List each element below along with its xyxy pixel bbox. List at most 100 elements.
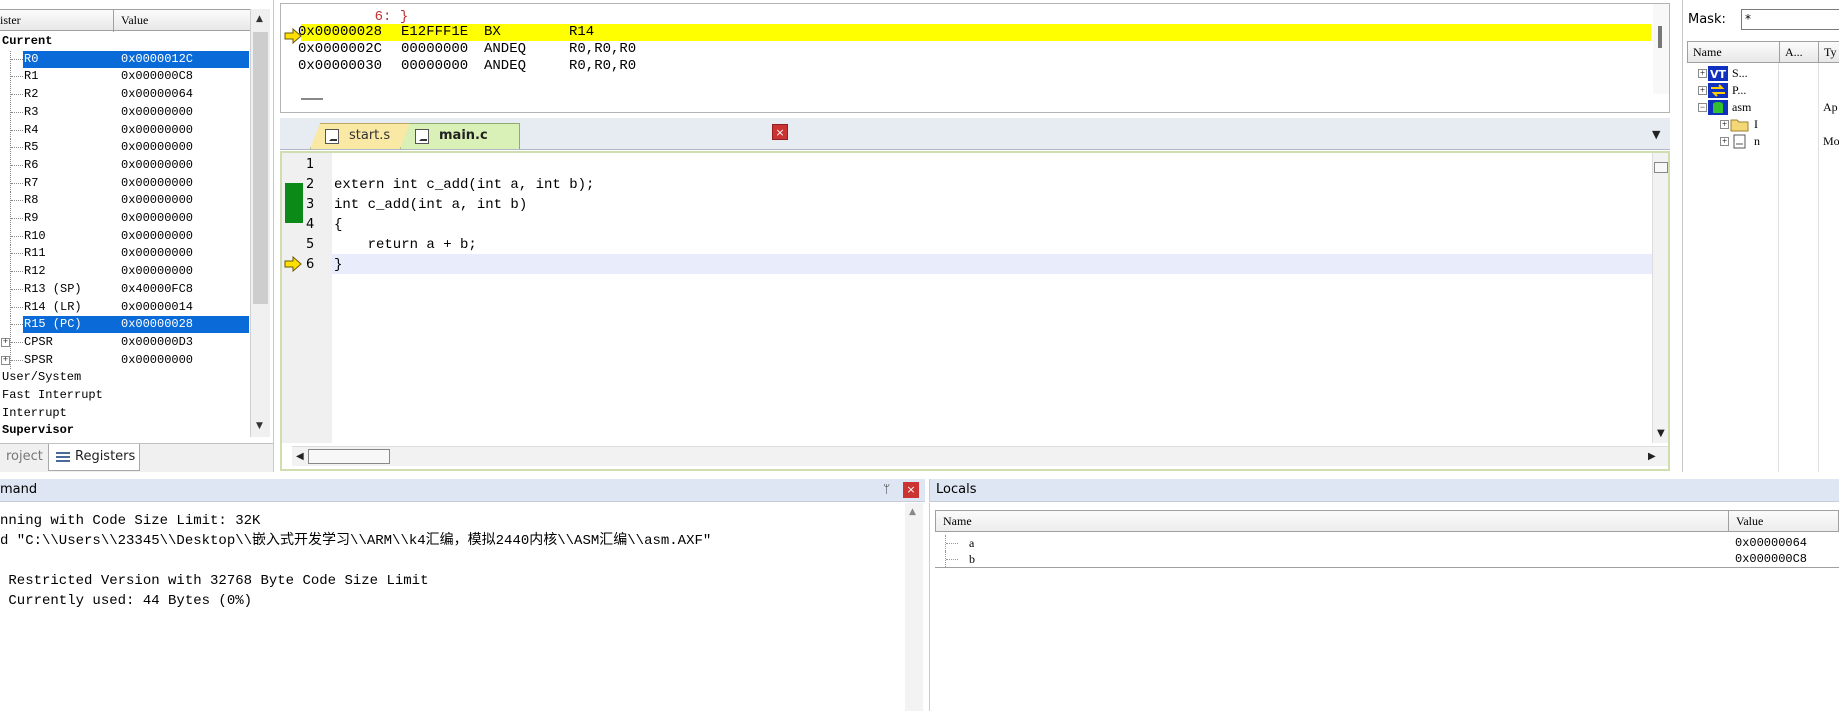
scroll-left-arrow-icon[interactable]: ◀ — [296, 451, 304, 462]
value-column-header[interactable]: Value — [121, 13, 148, 28]
register-row[interactable]: R13 (SP) 0x40000FC8 — [0, 280, 250, 299]
breakpoint-marker[interactable] — [285, 183, 303, 223]
register-row[interactable]: Interrupt — [0, 405, 250, 423]
register-row[interactable]: R7 0x00000000 — [0, 174, 250, 193]
scroll-right-arrow-icon[interactable]: ▶ — [1648, 451, 1656, 462]
register-row[interactable]: R12 0x00000000 — [0, 263, 250, 281]
register-value[interactable]: 0x00000000 — [121, 192, 193, 209]
address-column-header[interactable]: A... — [1785, 45, 1803, 60]
register-row[interactable]: R2 0x00000064 — [0, 86, 250, 104]
column-separator[interactable] — [1728, 511, 1729, 531]
register-value[interactable]: 0x00000000 — [121, 122, 193, 139]
register-value[interactable]: 0x0000012C — [121, 51, 193, 68]
scroll-up-arrow-icon[interactable]: ▲ — [909, 507, 916, 517]
register-value[interactable]: 0x00000000 — [121, 139, 193, 156]
register-value[interactable]: 0x000000D3 — [121, 334, 193, 351]
register-row[interactable]: R15 (PC) 0x00000028 — [0, 316, 250, 334]
scrollbar-thumb[interactable] — [308, 449, 390, 464]
register-row[interactable]: R11 0x00000000 — [0, 245, 250, 263]
register-value[interactable]: 0x000000C8 — [121, 68, 193, 85]
register-row[interactable]: R8 0x00000000 — [0, 192, 250, 210]
expand-icon[interactable]: + — [1698, 86, 1707, 95]
value-column-header[interactable]: Value — [1736, 514, 1763, 529]
editor-horizontal-scrollbar[interactable]: ◀ ▶ — [292, 446, 1668, 466]
tab-project[interactable]: roject — [0, 444, 50, 471]
register-row[interactable]: R3 0x00000000 — [0, 103, 250, 122]
disassembly-scrollbar[interactable] — [1653, 4, 1669, 94]
register-value[interactable]: 0x00000064 — [121, 86, 193, 103]
locals-row[interactable]: b 0x000000C8 — [935, 551, 1839, 567]
register-row[interactable]: R6 0x00000000 — [0, 156, 250, 175]
chevron-down-icon[interactable]: ▼ — [1652, 128, 1660, 141]
register-value[interactable]: 0x00000000 — [121, 245, 193, 262]
expand-icon[interactable]: + — [1, 355, 10, 365]
name-column-header[interactable]: Name — [943, 514, 972, 529]
register-value[interactable]: 0x00000000 — [121, 175, 193, 192]
command-scrollbar[interactable]: ▲ — [905, 503, 923, 711]
code-line[interactable]: return a + b; — [334, 235, 1634, 255]
pin-icon[interactable]: ᛘ — [883, 482, 890, 496]
register-value[interactable]: 0x00000000 — [121, 228, 193, 245]
register-row[interactable]: Supervisor — [0, 422, 250, 440]
register-value[interactable]: 0x00000000 — [121, 104, 193, 121]
code-line[interactable]: extern int c_add(int a, int b); — [334, 175, 1634, 195]
register-row[interactable]: Fast Interrupt — [0, 387, 250, 405]
name-column-header[interactable]: Name — [1693, 45, 1722, 60]
tab-registers[interactable]: Registers — [48, 444, 140, 471]
expand-icon[interactable]: + — [1720, 120, 1729, 129]
collapse-icon[interactable]: − — [1698, 103, 1707, 112]
register-row[interactable]: R4 0x00000000 — [0, 121, 250, 140]
column-separator[interactable] — [1818, 42, 1819, 62]
register-row[interactable]: R5 0x00000000 — [0, 139, 250, 157]
local-value[interactable]: 0x000000C8 — [1735, 552, 1807, 566]
symbol-row[interactable]: + n Mo — [1687, 132, 1839, 151]
column-separator[interactable] — [113, 10, 114, 32]
source-editor[interactable]: 1 2 extern int c_add(int a, int b); 3 int c_… — [280, 151, 1670, 471]
register-value[interactable]: 0x00000000 — [121, 263, 193, 280]
scrollbar-thumb[interactable] — [253, 32, 268, 304]
register-row[interactable]: R10 0x00000000 — [0, 227, 250, 246]
scroll-down-arrow-icon[interactable]: ▼ — [1657, 428, 1665, 439]
close-tab-icon[interactable]: × — [772, 124, 788, 140]
column-separator[interactable] — [1779, 42, 1780, 62]
code-line[interactable]: } — [334, 255, 1634, 275]
editor-vertical-scrollbar[interactable]: ▼ — [1652, 153, 1668, 443]
register-row[interactable]: Current — [0, 33, 250, 51]
register-value[interactable]: 0x40000FC8 — [121, 281, 193, 298]
registers-scrollbar[interactable]: ▲ ▼ — [250, 9, 270, 437]
register-value[interactable]: 0x00000000 — [121, 352, 193, 369]
code-line[interactable]: int c_add(int a, int b) — [334, 195, 1634, 215]
disassembly-hscroll-thumb[interactable] — [301, 98, 323, 100]
register-row[interactable]: R1 0x000000C8 — [0, 68, 250, 86]
disassembly-line[interactable]: 0x0000002C 00000000 ANDEQ R0,R0,R0 — [298, 41, 1651, 58]
scroll-up-arrow-icon[interactable]: ▲ — [256, 14, 263, 24]
scroll-down-arrow-icon[interactable]: ▼ — [256, 421, 263, 431]
disassembly-line[interactable]: 0x00000030 00000000 ANDEQ R0,R0,R0 — [298, 58, 1651, 75]
tab-main-c[interactable]: main.c — [400, 123, 520, 149]
register-value[interactable]: 0x00000000 — [121, 210, 193, 227]
expand-icon[interactable]: + — [1698, 69, 1707, 78]
register-row[interactable]: + SPSR 0x00000000 — [0, 351, 250, 370]
register-row[interactable]: R0 0x0000012C — [0, 50, 250, 69]
register-row[interactable]: R14 (LR) 0x00000014 — [0, 298, 250, 317]
scrollbar-thumb[interactable] — [1658, 26, 1662, 48]
command-output[interactable]: nning with Code Size Limit: 32K d "C:\\Us… — [0, 503, 925, 711]
register-row[interactable]: R9 0x00000000 — [0, 210, 250, 228]
expand-icon[interactable]: + — [1720, 137, 1729, 146]
local-value[interactable]: 0x00000064 — [1735, 536, 1807, 550]
type-column-header[interactable]: Ty — [1824, 45, 1837, 60]
register-row[interactable]: + CPSR 0x000000D3 — [0, 333, 250, 352]
code-line[interactable] — [334, 155, 1634, 175]
register-value[interactable]: 0x00000014 — [121, 299, 193, 316]
register-row[interactable]: User/System — [0, 369, 250, 387]
mask-input[interactable]: * — [1741, 9, 1839, 30]
disassembly-line[interactable]: 0x00000028 E12FFF1E BX R14 — [298, 24, 1651, 41]
close-icon[interactable]: × — [903, 482, 919, 498]
locals-row[interactable]: a 0x00000064 — [935, 535, 1839, 551]
register-value[interactable]: 0x00000000 — [121, 157, 193, 174]
scrollbar-thumb[interactable] — [1654, 162, 1668, 173]
register-value[interactable]: 0x00000028 — [121, 316, 193, 333]
register-column-header[interactable]: ister — [0, 13, 21, 28]
code-line[interactable]: { — [334, 215, 1634, 235]
expand-icon[interactable]: + — [1, 337, 10, 347]
